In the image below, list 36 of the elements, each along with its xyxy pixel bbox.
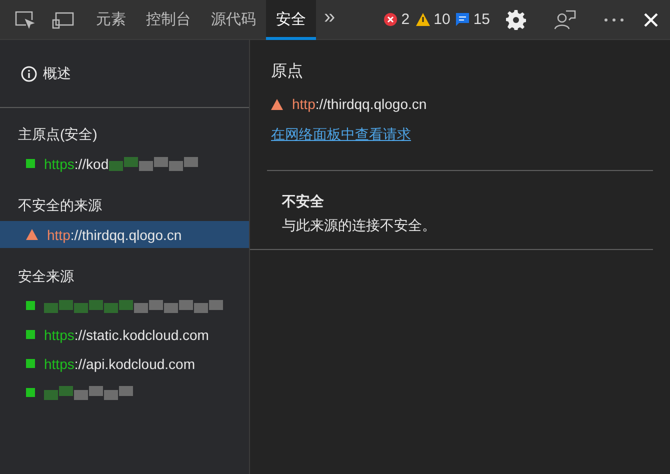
section-heading: 不安全的来源 xyxy=(17,196,103,215)
message-icon xyxy=(456,13,470,26)
origin-item[interactable]: https://api.kodcloud.com xyxy=(0,350,249,377)
warning-icon xyxy=(416,13,430,26)
section-heading: 主原点(安全) xyxy=(17,125,98,144)
origin-url: http://thirdqq.qlogo.cn xyxy=(47,226,182,242)
secure-icon xyxy=(26,330,35,339)
origin-item[interactable]: https://kod xyxy=(0,150,249,177)
info-icon xyxy=(21,66,37,82)
panel-tab[interactable]: 源代码 xyxy=(201,0,266,40)
status-description: 与此来源的连接不安全。 xyxy=(281,216,437,235)
secure-icon xyxy=(26,301,35,310)
origin-url: http://thirdqq.qlogo.cn xyxy=(292,96,427,112)
secure-icon xyxy=(26,359,35,368)
panel-tab[interactable]: 元素 xyxy=(86,0,136,40)
panel-tab[interactable]: 安全 xyxy=(266,0,316,40)
network-panel-link[interactable]: 在网络面板中查看请求 xyxy=(271,126,411,144)
section-heading: 安全来源 xyxy=(17,267,75,286)
origin-url: https://kod xyxy=(44,156,109,172)
origin-item[interactable]: http://thirdqq.qlogo.cn xyxy=(0,221,249,248)
status-title: 不安全 xyxy=(280,192,325,211)
secure-icon xyxy=(26,388,35,397)
origin-url: https://static.kodcloud.com xyxy=(44,326,209,342)
warning-triangle-icon xyxy=(271,98,283,110)
origin-item[interactable]: https://static.kodcloud.com xyxy=(0,321,249,348)
warning-count: 10 xyxy=(434,11,450,28)
panel-tab[interactable]: 控制台 xyxy=(136,0,201,40)
secure-icon xyxy=(26,159,35,168)
origin-url: https://api.kodcloud.com xyxy=(44,356,195,372)
error-count: 2 xyxy=(401,11,410,28)
origin-title: 原点 xyxy=(270,62,304,82)
warning-triangle-icon xyxy=(26,229,38,240)
overview-item[interactable]: 概述 xyxy=(43,64,71,82)
more-tabs-button[interactable]: » xyxy=(316,6,344,29)
error-icon xyxy=(384,13,398,26)
message-count: 15 xyxy=(473,11,490,28)
